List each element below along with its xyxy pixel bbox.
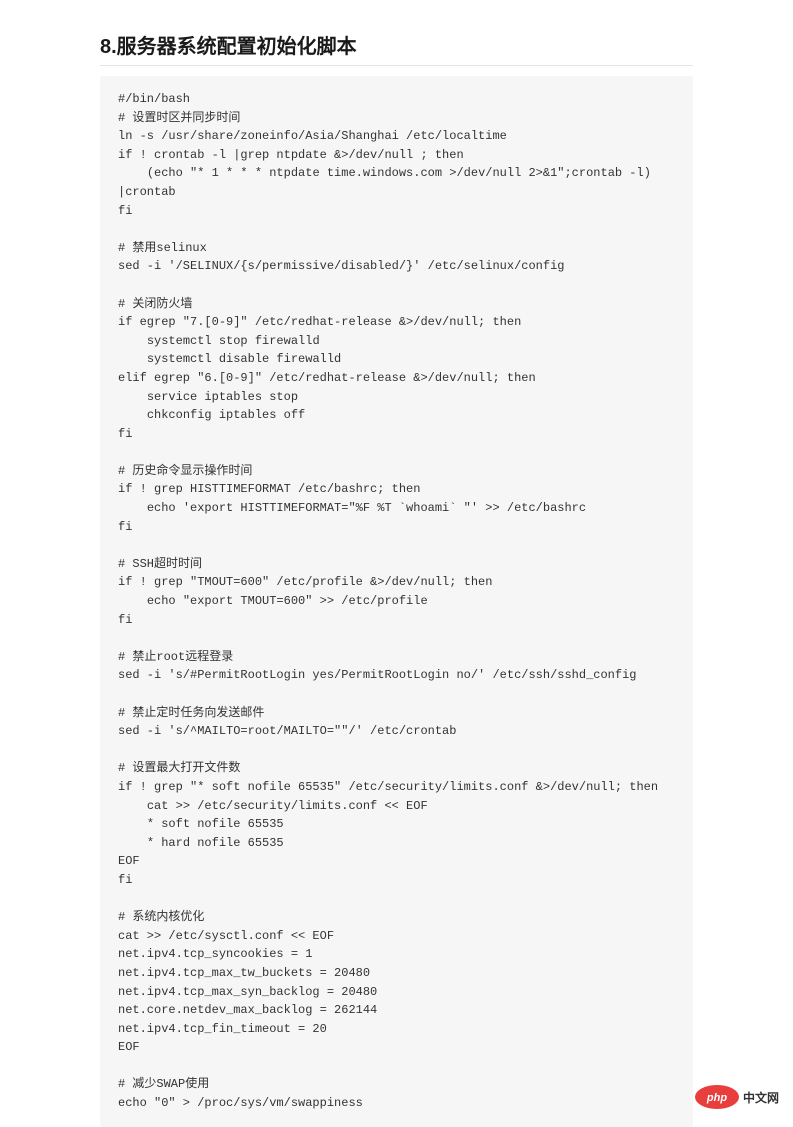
section-heading: 8.服务器系统配置初始化脚本 (100, 30, 693, 66)
code-block: #/bin/bash # 设置时区并同步时间 ln -s /usr/share/… (100, 76, 693, 1127)
document-container: 8.服务器系统配置初始化脚本 #/bin/bash # 设置时区并同步时间 ln… (0, 0, 793, 1127)
